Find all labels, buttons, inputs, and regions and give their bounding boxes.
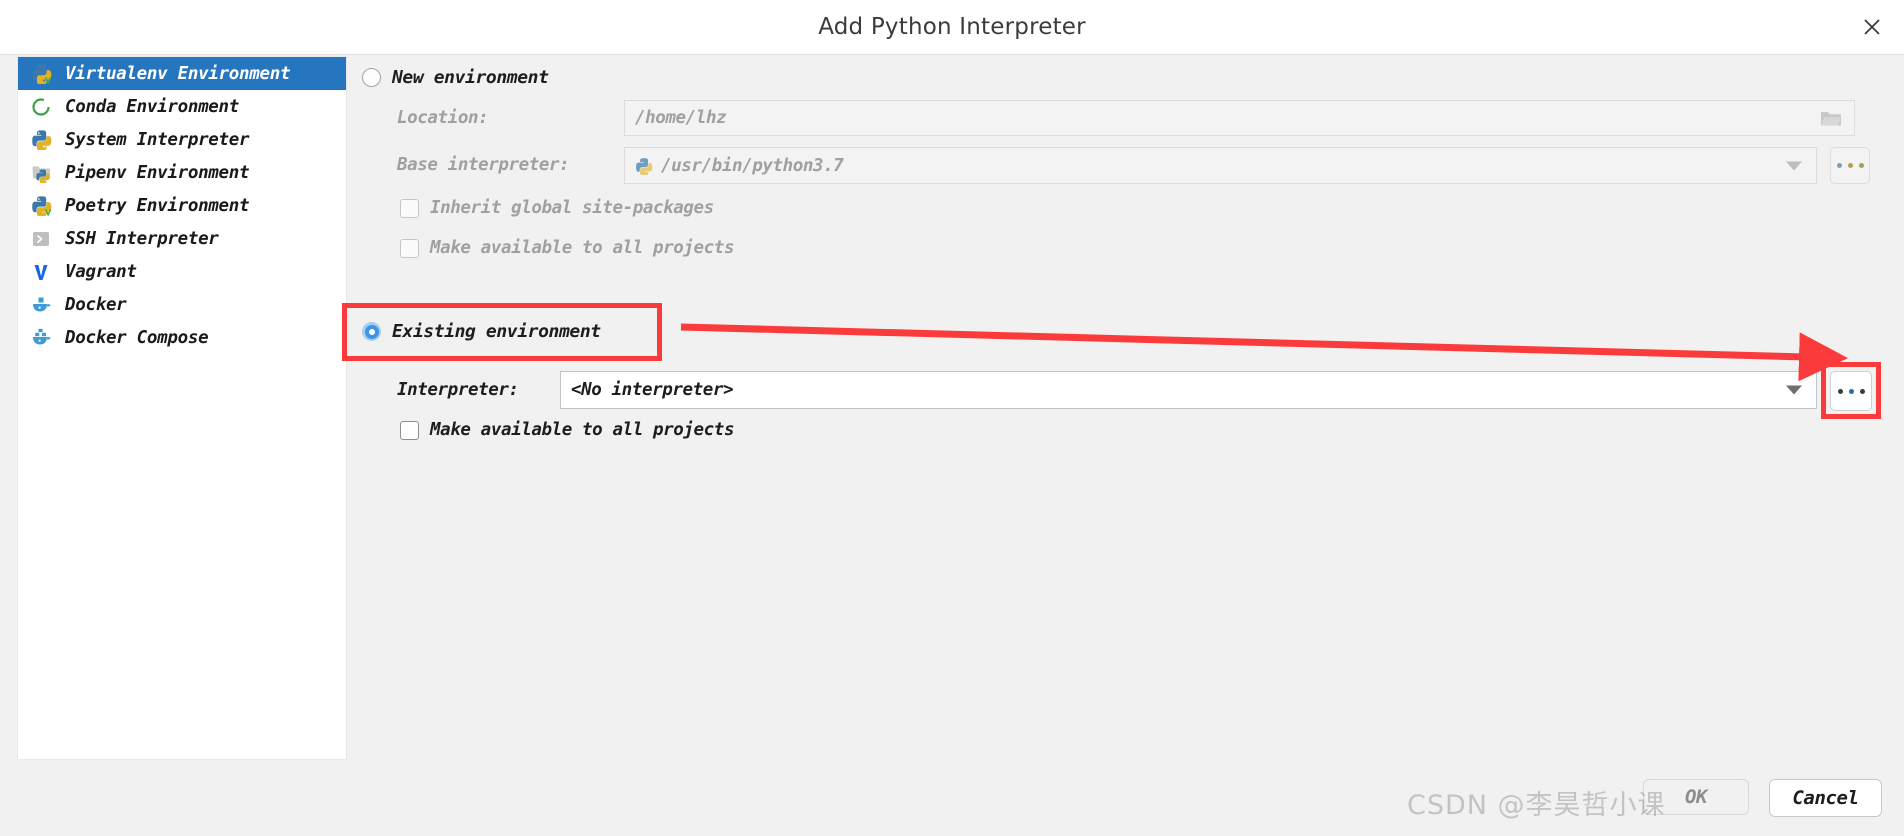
conda-icon bbox=[30, 96, 52, 118]
page-title: Add Python Interpreter bbox=[818, 14, 1086, 40]
sidebar-item-ssh-interpreter[interactable]: SSH Interpreter bbox=[18, 222, 346, 255]
folder-icon[interactable] bbox=[1820, 109, 1842, 128]
interpreter-label: Interpreter: bbox=[397, 380, 519, 400]
sidebar-item-label: System Interpreter bbox=[65, 129, 250, 150]
base-interpreter-combo[interactable]: /usr/bin/python3.7 bbox=[624, 147, 1817, 184]
new-env-make-available-row[interactable]: Make available to all projects bbox=[400, 238, 734, 258]
ssh-terminal-icon bbox=[30, 228, 52, 250]
docker-compose-icon bbox=[30, 327, 52, 349]
chevron-down-icon[interactable] bbox=[1786, 161, 1802, 170]
existing-environment-radio-row[interactable]: Existing environment bbox=[362, 321, 601, 342]
cancel-button[interactable]: Cancel bbox=[1769, 779, 1882, 817]
sidebar-item-system-interpreter[interactable]: System Interpreter bbox=[18, 123, 346, 156]
sidebar-item-label: Vagrant bbox=[65, 261, 137, 282]
sidebar-item-vagrant[interactable]: Vagrant bbox=[18, 255, 346, 288]
python-virtualenv-icon bbox=[30, 63, 52, 85]
location-input[interactable]: /home/lhz bbox=[624, 100, 1855, 136]
inherit-site-packages-row[interactable]: Inherit global site-packages bbox=[400, 198, 714, 218]
add-python-interpreter-dialog: Add Python Interpreter Virtualenv Enviro… bbox=[0, 0, 1904, 836]
new-env-make-available-checkbox[interactable] bbox=[400, 238, 419, 258]
sidebar-item-label: Virtualenv Environment bbox=[65, 63, 291, 84]
interpreter-combo[interactable]: <No interpreter> bbox=[560, 371, 1817, 409]
new-env-make-available-label: Make available to all projects bbox=[430, 238, 735, 258]
sidebar-item-docker-compose[interactable]: Docker Compose bbox=[18, 321, 346, 354]
chevron-down-icon[interactable] bbox=[1786, 385, 1802, 395]
sidebar-item-label: Poetry Environment bbox=[65, 195, 250, 216]
existing-env-make-available-label: Make available to all projects bbox=[430, 420, 735, 440]
existing-env-make-available-row[interactable]: Make available to all projects bbox=[400, 420, 734, 440]
new-environment-label: New environment bbox=[392, 67, 549, 88]
sidebar-item-label: SSH Interpreter bbox=[65, 228, 219, 249]
python-icon bbox=[30, 129, 52, 151]
sidebar-item-virtualenv-environment[interactable]: Virtualenv Environment bbox=[18, 57, 346, 90]
pipenv-icon bbox=[30, 162, 52, 184]
sidebar-item-poetry-environment[interactable]: Poetry Environment bbox=[18, 189, 346, 222]
watermark: CSDN @李昊哲小课 bbox=[1407, 790, 1666, 821]
sidebar-item-label: Pipenv Environment bbox=[65, 162, 250, 183]
sidebar-item-docker[interactable]: Docker bbox=[18, 288, 346, 321]
base-interpreter-value: /usr/bin/python3.7 bbox=[661, 155, 844, 176]
location-value: /home/lhz bbox=[635, 108, 727, 128]
existing-env-make-available-checkbox[interactable] bbox=[400, 420, 419, 440]
vagrant-icon bbox=[30, 261, 52, 283]
inherit-site-packages-label: Inherit global site-packages bbox=[430, 198, 714, 218]
sidebar-item-pipenv-environment[interactable]: Pipenv Environment bbox=[18, 156, 346, 189]
cancel-button-label: Cancel bbox=[1792, 787, 1859, 809]
ok-button-label: OK bbox=[1684, 786, 1708, 808]
existing-environment-label: Existing environment bbox=[392, 321, 601, 342]
sidebar-item-label: Conda Environment bbox=[65, 96, 240, 117]
new-environment-radio[interactable] bbox=[362, 68, 381, 87]
interpreter-value: <No interpreter> bbox=[571, 380, 734, 400]
new-environment-radio-row[interactable]: New environment bbox=[362, 67, 549, 88]
existing-environment-radio[interactable] bbox=[362, 322, 381, 341]
python-icon bbox=[635, 157, 653, 175]
sidebar-item-label: Docker bbox=[65, 294, 127, 315]
location-label: Location: bbox=[397, 108, 489, 128]
titlebar: Add Python Interpreter bbox=[0, 0, 1904, 55]
inherit-site-packages-checkbox[interactable] bbox=[400, 198, 419, 218]
sidebar-item-label: Docker Compose bbox=[65, 327, 209, 348]
poetry-icon bbox=[30, 195, 52, 217]
interpreter-browse-button[interactable] bbox=[1830, 371, 1872, 411]
ok-button[interactable]: OK bbox=[1643, 779, 1749, 815]
base-interpreter-browse-button[interactable] bbox=[1830, 147, 1870, 184]
docker-icon bbox=[30, 294, 52, 316]
sidebar-item-conda-environment[interactable]: Conda Environment bbox=[18, 90, 346, 123]
base-interpreter-label: Base interpreter: bbox=[397, 155, 570, 175]
close-icon[interactable] bbox=[1854, 9, 1890, 45]
interpreter-type-sidebar[interactable]: Virtualenv Environment Conda Environment… bbox=[17, 56, 347, 760]
